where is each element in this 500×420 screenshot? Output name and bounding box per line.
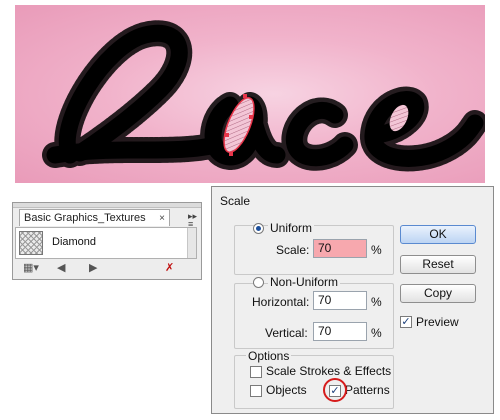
preview-checkbox[interactable]: ✓ (400, 316, 412, 328)
scale-input[interactable]: 70 (313, 239, 367, 258)
panel-bottom-bar: ▦▾ ◀ ▶ ✗ (13, 259, 201, 279)
options-legend: Options (246, 349, 292, 363)
tab-basic-graphics-textures[interactable]: Basic Graphics_Textures × (19, 209, 170, 226)
horizontal-label: Horizontal: (252, 295, 310, 309)
uniform-radio[interactable] (253, 223, 264, 234)
lace-lettering (42, 20, 485, 172)
next-icon[interactable]: ▶ (89, 261, 97, 274)
scale-label: Scale: (276, 243, 310, 257)
reset-button[interactable]: Reset (400, 255, 476, 274)
uniform-label: Uniform (268, 221, 315, 235)
vertical-label: Vertical: (265, 326, 308, 340)
scale-strokes-checkbox[interactable] (250, 366, 262, 378)
tab-label: Basic Graphics_Textures (24, 212, 146, 224)
vertical-input[interactable]: 70 (313, 322, 367, 341)
horizontal-unit: % (371, 295, 382, 309)
scrollbar[interactable] (187, 228, 196, 258)
ok-button[interactable]: OK (400, 225, 476, 244)
non-uniform-label: Non-Uniform (268, 275, 341, 289)
scale-dialog: Scale Uniform Scale: 70 % Non-Uniform Ho… (211, 186, 494, 414)
swatch-name: Diamond (52, 236, 97, 248)
diamond-pattern-swatch-icon[interactable] (19, 231, 43, 255)
library-menu-icon[interactable]: ▦▾ (23, 261, 39, 274)
panel-grip[interactable] (13, 203, 201, 208)
objects-checkbox[interactable] (250, 385, 262, 397)
previous-icon[interactable]: ◀ (57, 261, 65, 274)
vertical-unit: % (371, 326, 382, 340)
artwork-canvas[interactable]: Lace (15, 5, 485, 183)
swatches-panel: Basic Graphics_Textures × ▸▸ ≡ Diamond ▦▾… (12, 202, 202, 280)
panel-menu-icon[interactable]: ▸▸ ≡ (188, 212, 197, 229)
scale-unit: % (371, 243, 382, 257)
preview-label: Preview (416, 315, 459, 329)
scale-strokes-label: Scale Strokes & Effects (266, 364, 392, 378)
dialog-title: Scale (220, 194, 251, 208)
patterns-label: Patterns (345, 383, 390, 397)
highlight-circle (323, 378, 347, 402)
delete-icon[interactable]: ✗ (165, 261, 174, 274)
objects-label: Objects (266, 383, 307, 397)
swatch-list-item[interactable]: Diamond (15, 227, 197, 259)
non-uniform-radio[interactable] (253, 277, 264, 288)
copy-button[interactable]: Copy (400, 284, 476, 303)
close-icon[interactable]: × (159, 210, 165, 227)
horizontal-input[interactable]: 70 (313, 291, 367, 310)
